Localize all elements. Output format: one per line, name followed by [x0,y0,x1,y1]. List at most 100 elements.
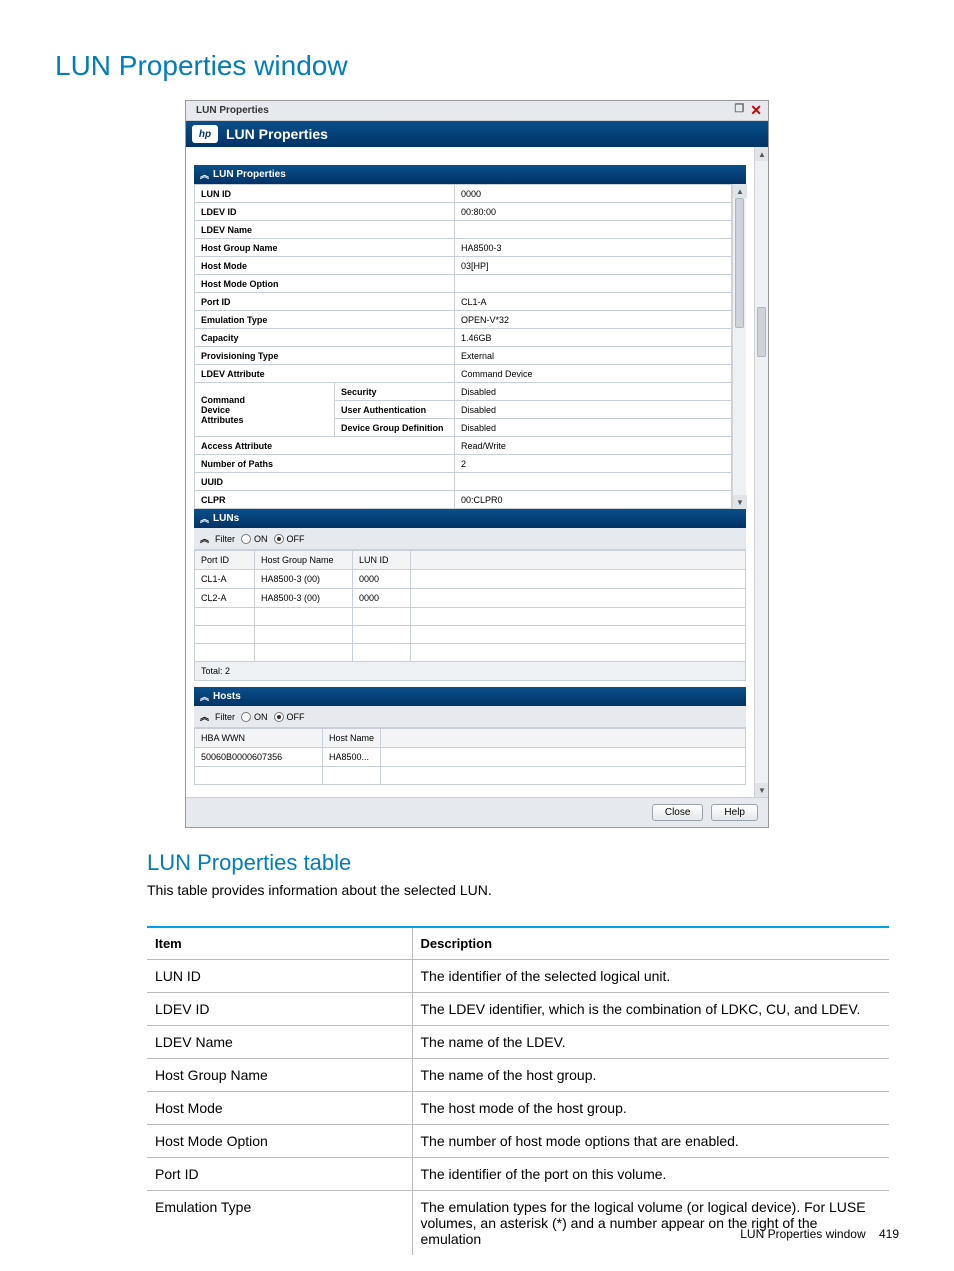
table-header-row: Item Description [147,927,889,960]
filter-on-radio[interactable]: ON [241,534,268,544]
cell: The host mode of the host group. [412,1092,889,1125]
table-row[interactable]: 50060B0000607356 HA8500... [195,748,746,767]
prop-label: CLPR [195,491,455,509]
prop-label: Host Group Name [195,239,455,257]
filter-off-radio[interactable]: OFF [274,712,305,722]
prop-value: 03[HP] [455,257,732,275]
chevron-up-icon: ︽ [200,168,209,181]
section-header-lun-properties[interactable]: ︽ LUN Properties [194,165,746,184]
prop-label: LUN ID [195,185,455,203]
prop-value: 1.46GB [455,329,732,347]
cell: CL2-A [195,589,255,608]
cell: LDEV Name [147,1026,412,1059]
prop-label: Host Mode Option [195,275,455,293]
cell: LUN ID [147,960,412,993]
prop-value: 00:80:00 [455,203,732,221]
table-row[interactable]: CL2-A HA8500-3 (00) 0000 [195,589,746,608]
col-header[interactable]: HBA WWN [195,729,323,748]
prop-value: 00:CLPR0 [455,491,732,509]
close-icon[interactable]: ✕ [750,102,762,119]
section-header-luns[interactable]: ︽ LUNs [194,509,746,528]
hosts-filter-bar: ︽ Filter ON OFF [194,706,746,728]
prop-label: LDEV ID [195,203,455,221]
chevron-up-icon: ︽ [200,532,209,545]
table-header-row: Port ID Host Group Name LUN ID [195,551,746,570]
prop-label: Provisioning Type [195,347,455,365]
prop-value: Disabled [455,401,732,419]
col-header[interactable]: LUN ID [353,551,411,570]
cell: The identifier of the port on this volum… [412,1158,889,1191]
prop-value: Read/Write [455,437,732,455]
prop-value: HA8500-3 [455,239,732,257]
prop-value: 2 [455,455,732,473]
cell: Port ID [147,1158,412,1191]
chevron-up-icon: ︽ [200,710,209,723]
section-header-hosts[interactable]: ︽ Hosts [194,687,746,706]
table-row-empty [195,644,746,662]
cell: 0000 [353,589,411,608]
restore-icon[interactable]: ❐ [734,102,744,119]
col-header-empty [381,729,746,748]
outer-scrollbar[interactable]: ▲ ▼ [754,147,768,797]
col-header[interactable]: Host Group Name [255,551,353,570]
cell: 50060B0000607356 [195,748,323,767]
table-row: Port IDThe identifier of the port on thi… [147,1158,889,1191]
properties-scrollbar[interactable]: ▲ ▼ [732,184,746,509]
window-body: ▲ ▼ ︽ LUN Properties LUN ID0000 LDEV ID0… [186,147,768,797]
help-button[interactable]: Help [711,804,758,821]
cell: HA8500-3 (00) [255,589,353,608]
cell: Host Group Name [147,1059,412,1092]
prop-value [455,275,732,293]
prop-label: Number of Paths [195,455,455,473]
filter-label: Filter [215,534,235,544]
table-row: Host Mode OptionThe number of host mode … [147,1125,889,1158]
col-header[interactable]: Port ID [195,551,255,570]
table-row[interactable]: CL1-A HA8500-3 (00) 0000 [195,570,746,589]
window-header: hp LUN Properties [186,121,768,147]
prop-label: Capacity [195,329,455,347]
filter-off-radio[interactable]: OFF [274,534,305,544]
cell: The identifier of the selected logical u… [412,960,889,993]
page-number: 419 [879,1227,899,1241]
table-row-empty [195,626,746,644]
prop-value [455,473,732,491]
col-header: Description [412,927,889,960]
chevron-up-icon: ︽ [200,690,209,703]
window-titlebar-text: LUN Properties [196,105,269,116]
cell: The number of host mode options that are… [412,1125,889,1158]
filter-on-radio[interactable]: ON [241,712,268,722]
cell: The emulation types for the logical volu… [412,1191,889,1256]
cell: 0000 [353,570,411,589]
table-row: Host ModeThe host mode of the host group… [147,1092,889,1125]
close-button[interactable]: Close [652,804,704,821]
table-row: Host Group NameThe name of the host grou… [147,1059,889,1092]
section-title: LUN Properties [213,169,286,180]
prop-label-group: Command Device Attributes [195,383,335,437]
prop-label: Emulation Type [195,311,455,329]
table-row: LDEV IDThe LDEV identifier, which is the… [147,993,889,1026]
total-label: Total: 2 [195,662,746,681]
prop-sublabel: User Authentication [335,401,455,419]
section-title: LUNs [213,513,239,524]
prop-value: Command Device [455,365,732,383]
chevron-up-icon: ︽ [200,512,209,525]
cell: HA8500-3 (00) [255,570,353,589]
description-table: Item Description LUN IDThe identifier of… [147,926,889,1255]
prop-value [455,221,732,239]
cell: The name of the host group. [412,1059,889,1092]
lun-properties-table-desc: This table provides information about th… [147,882,899,898]
prop-value: Disabled [455,419,732,437]
prop-value: OPEN-V*32 [455,311,732,329]
page-footer: LUN Properties window 419 [740,1227,899,1241]
prop-label: LDEV Attribute [195,365,455,383]
cell: CL1-A [195,570,255,589]
table-row-empty [195,767,746,785]
prop-value: 0000 [455,185,732,203]
prop-value: Disabled [455,383,732,401]
table-header-row: HBA WWN Host Name [195,729,746,748]
prop-sublabel: Security [335,383,455,401]
prop-label: UUID [195,473,455,491]
col-header[interactable]: Host Name [323,729,381,748]
cell: HA8500... [323,748,381,767]
total-row: Total: 2 [195,662,746,681]
